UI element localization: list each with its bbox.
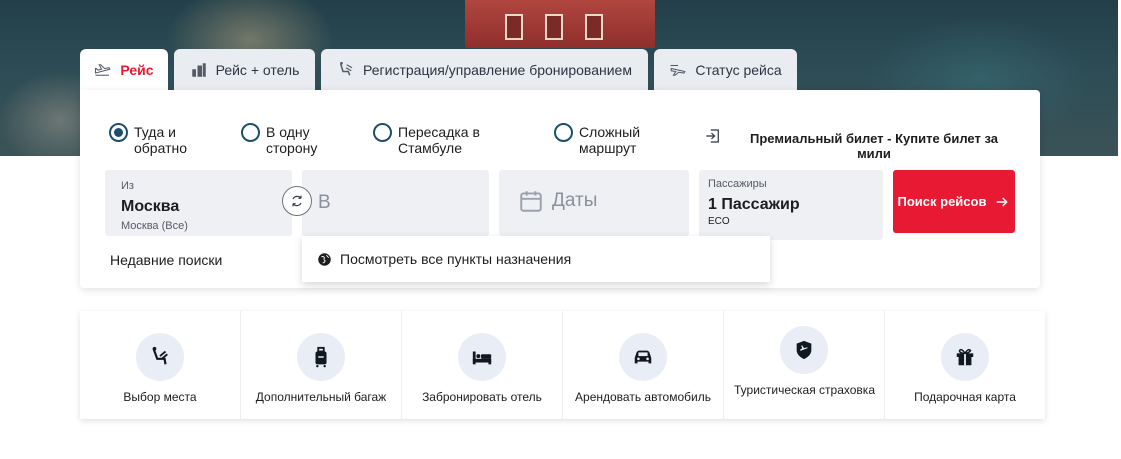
search-flights-button[interactable]: Поиск рейсов [893,170,1015,233]
building-window [505,14,523,40]
tab-label: Рейс [120,61,154,78]
radio-unselected[interactable] [373,123,392,142]
service-book-hotel[interactable]: Забронировать отель [402,311,563,419]
passengers-field[interactable]: Пассажиры 1 Пассажир ECO [699,170,883,240]
flight-status-icon [670,64,686,76]
radio-unselected[interactable] [241,123,260,142]
hotel-icon [191,62,206,77]
radio-unselected[interactable] [554,123,573,142]
shield-plane-icon [796,340,812,360]
passengers-label: Пассажиры [708,178,767,190]
car-icon [634,350,652,364]
service-label: Забронировать отель [422,390,542,404]
tab-flight-hotel[interactable]: Рейс + отель [174,49,315,90]
trip-type-multi-city[interactable]: Сложный маршрут [554,123,664,156]
globe-icon [318,252,331,266]
building-window [585,14,603,40]
premium-ticket-link[interactable]: Премиальный билет - Купите билет за мили [704,126,1004,161]
passengers-value: 1 Пассажир [708,196,800,213]
tab-checkin-manage[interactable]: Регистрация/управление бронированием [321,49,648,90]
cabin-class: ECO [708,216,730,227]
service-icon-circle [619,333,667,381]
tab-label: Регистрация/управление бронированием [363,61,632,78]
dates-placeholder: Даты [552,190,598,211]
sign-in-icon [706,129,719,143]
search-flights-label: Поиск рейсов [897,194,987,209]
service-label: Дополнительный багаж [255,390,387,404]
trip-type-one-way[interactable]: В одну сторону [241,123,341,156]
calendar-icon [520,191,542,212]
service-icon-circle [780,326,828,374]
service-extra-baggage[interactable]: Дополнительный багаж [241,311,402,419]
services-bar: Выбор места Дополнительный багаж Заброни… [80,311,1045,419]
destination-placeholder: В [318,192,331,213]
premium-ticket-label: Премиальный билет - Купите билет за мили [750,131,998,161]
service-icon-circle [136,333,184,381]
seat-icon [152,346,168,365]
service-label: Выбор места [123,390,197,404]
radio-selected[interactable] [109,123,128,142]
service-label: Туристическая страховка [734,383,875,397]
tab-flight-status[interactable]: Статус рейса [654,49,797,90]
hero-building [465,0,655,48]
tab-flight[interactable]: Рейс [80,49,168,90]
origin-field[interactable]: Из Москва Москва (Все) [105,170,292,236]
trip-type-label: Пересадка в Стамбуле [398,124,480,156]
service-seat-selection[interactable]: Выбор места [80,311,241,419]
bed-icon [472,351,492,365]
service-label: Подарочная карта [914,390,1016,404]
destinations-label: Посмотреть все пункты назначения [340,251,572,267]
origin-value: Москва [121,198,180,215]
trip-type-istanbul-transfer[interactable]: Пересадка в Стамбуле [373,123,503,156]
service-label: Арендовать автомобиль [575,390,711,404]
dates-field[interactable]: Даты [499,170,689,236]
trip-type-round-trip[interactable]: Туда и обратно [109,123,219,156]
service-travel-insurance[interactable]: Туристическая страховка [724,311,885,419]
service-icon-circle [458,333,506,381]
trip-type-label: Туда и обратно [134,124,187,156]
trip-type-label: В одну сторону [266,124,318,156]
origin-subtext: Москва (Все) [121,220,188,232]
checkin-icon [340,61,353,76]
trip-type-label: Сложный маршрут [579,124,641,156]
origin-label: Из [121,180,134,192]
destination-field[interactable]: В [302,170,489,236]
luggage-icon [315,346,327,368]
tab-label: Рейс + отель [215,61,300,78]
gift-icon [956,348,974,366]
swap-button[interactable] [282,186,312,216]
plane-icon [95,63,111,76]
service-rent-car[interactable]: Арендовать автомобиль [563,311,724,419]
building-window [545,14,563,40]
swap-icon [292,195,302,207]
service-icon-circle [941,333,989,381]
tab-label: Статус рейса [695,61,782,78]
service-gift-card[interactable]: Подарочная карта [885,311,1045,419]
arrow-right-icon [997,196,1009,207]
recent-searches-link[interactable]: Недавние поиски [110,252,222,268]
destinations-dropdown-item[interactable]: Посмотреть все пункты назначения [302,236,770,282]
service-icon-circle [297,333,345,381]
